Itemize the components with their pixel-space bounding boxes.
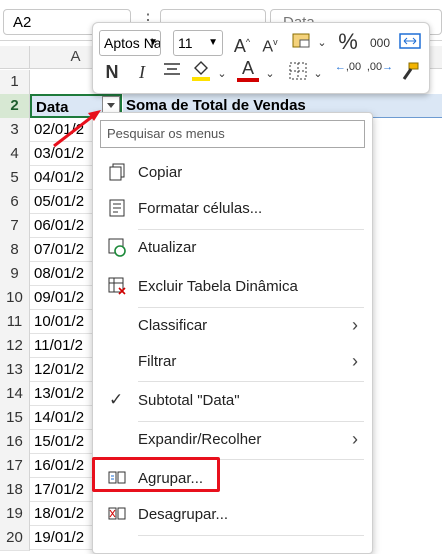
menu-separator [138, 381, 364, 382]
cell-styles-icon[interactable] [289, 31, 315, 56]
row-header[interactable]: 13 [0, 358, 30, 383]
percent-style-icon[interactable]: % [337, 31, 359, 53]
grow-font-icon[interactable]: A^ [231, 31, 253, 57]
delete-table-icon [107, 276, 127, 296]
chevron-right-icon: › [352, 315, 358, 335]
row-header[interactable]: 6 [0, 190, 30, 215]
row-header[interactable]: 9 [0, 262, 30, 287]
menu-separator [138, 535, 364, 536]
chevron-down-icon[interactable]: ⌄ [265, 63, 275, 85]
row-header[interactable]: 15 [0, 406, 30, 431]
menu-item-refresh[interactable]: Atualizar [93, 233, 372, 263]
increase-decimal-icon[interactable]: ←,00 [333, 61, 363, 73]
borders-icon[interactable] [287, 61, 309, 86]
decrease-decimal-icon[interactable]: ,00→ [365, 61, 395, 73]
chevron-down-icon: ▼ [148, 37, 158, 48]
menu-item-delete-pivot[interactable]: Excluir Tabela Dinâmica [93, 272, 372, 302]
chevron-down-icon[interactable]: ⌄ [313, 63, 323, 85]
bold-button[interactable]: N [101, 61, 123, 83]
menu-item-subtotal[interactable]: ✓ Subtotal "Data" [93, 386, 372, 416]
select-all-corner[interactable] [0, 46, 30, 69]
row-header[interactable]: 14 [0, 382, 30, 407]
menu-search-input[interactable]: Pesquisar os menus [100, 120, 365, 148]
menu-separator [138, 229, 364, 230]
menu-separator [138, 421, 364, 422]
row-header[interactable]: 16 [0, 430, 30, 455]
row-header[interactable]: 7 [0, 214, 30, 239]
chevron-right-icon: › [352, 351, 358, 371]
format-cells-icon [107, 198, 127, 218]
copy-icon [107, 162, 127, 182]
row-header[interactable]: 11 [0, 310, 30, 335]
mini-toolbar: Aptos Na ▼ 11 ▼ A^ Av ⌄ % 000 N I ⌄ A ⌄ ⌄ … [92, 22, 430, 94]
menu-item-ungroup[interactable]: Desagrupar... [93, 500, 372, 530]
menu-item-copy[interactable]: Copiar [93, 158, 372, 188]
menu-item-format-cells[interactable]: Formatar células... [93, 194, 372, 224]
thousands-separator-icon[interactable]: 000 [367, 32, 393, 54]
align-center-icon[interactable] [161, 61, 183, 84]
italic-button[interactable]: I [131, 61, 153, 83]
menu-item-sort[interactable]: Classificar › [93, 311, 372, 341]
font-size-select[interactable]: 11 ▼ [173, 30, 223, 56]
row-header-selected[interactable]: 2 [0, 94, 30, 119]
fill-color-icon[interactable] [189, 60, 213, 87]
row-header[interactable]: 5 [0, 166, 30, 191]
row-header[interactable]: 10 [0, 286, 30, 311]
menu-item-filter[interactable]: Filtrar › [93, 347, 372, 377]
chevron-down-icon: ▼ [208, 37, 218, 48]
row-header[interactable]: 3 [0, 118, 30, 143]
font-name-select[interactable]: Aptos Na ▼ [99, 30, 161, 56]
row-header[interactable]: 1 [0, 70, 30, 95]
row-header[interactable]: 17 [0, 454, 30, 479]
row-header[interactable]: 18 [0, 478, 30, 503]
merge-center-icon[interactable] [399, 31, 421, 56]
row-header[interactable]: 19 [0, 502, 30, 527]
checkmark-icon: ✓ [109, 390, 124, 409]
font-color-icon[interactable]: A [237, 59, 259, 82]
shrink-font-icon[interactable]: Av [259, 31, 281, 58]
ungroup-icon [107, 504, 127, 524]
row-header[interactable]: 12 [0, 334, 30, 359]
chevron-down-icon[interactable]: ⌄ [217, 63, 227, 85]
format-painter-icon[interactable] [399, 61, 421, 88]
highlight-box [92, 457, 220, 492]
chevron-down-icon[interactable]: ⌄ [317, 32, 327, 54]
refresh-icon [107, 237, 127, 257]
menu-item-expand-collapse[interactable]: Expandir/Recolher › [93, 425, 372, 455]
row-header[interactable]: 8 [0, 238, 30, 263]
chevron-right-icon: › [352, 429, 358, 449]
row-header[interactable]: 4 [0, 142, 30, 167]
menu-separator [138, 307, 364, 308]
